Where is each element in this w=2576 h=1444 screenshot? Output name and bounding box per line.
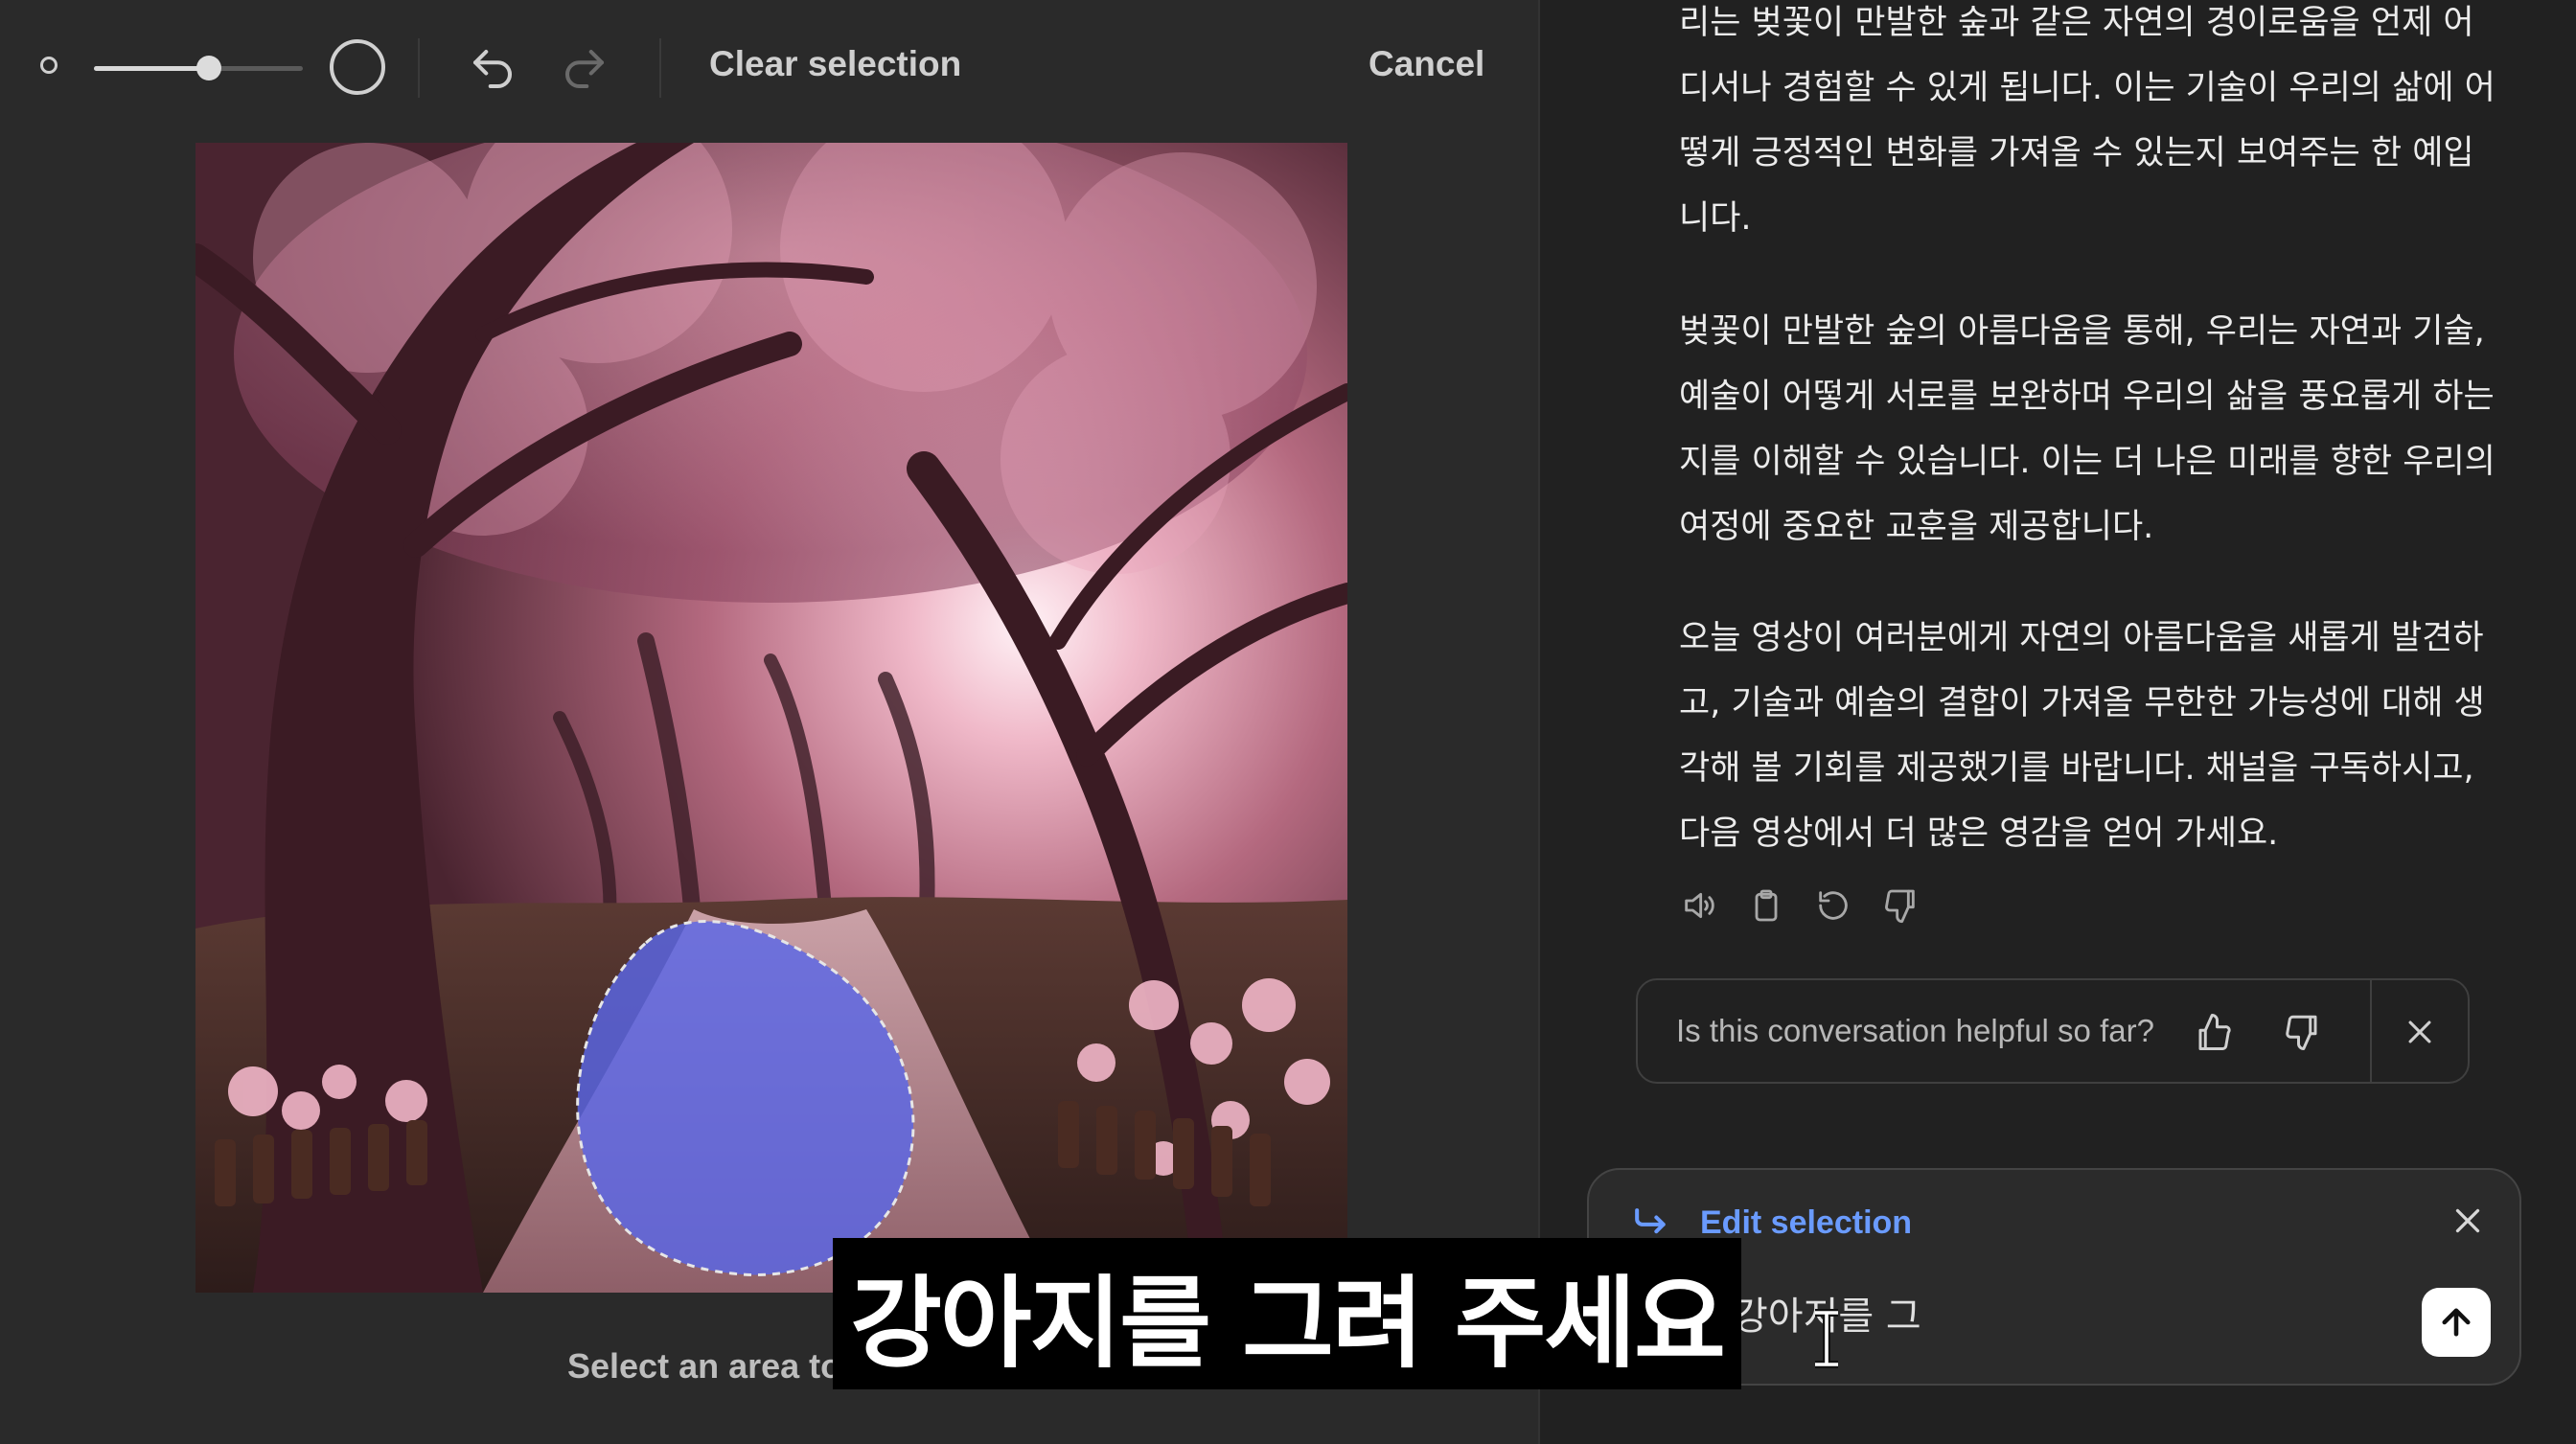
select-area-hint: Select an area to [567, 1346, 842, 1386]
send-button[interactable] [2422, 1288, 2491, 1357]
brush-size-slider-thumb[interactable] [196, 56, 221, 80]
editor-toolbar: Clear selection Cancel [0, 0, 1538, 139]
speaker-icon[interactable] [1679, 885, 1719, 926]
paragraph-line: 예술이 어떻게 서로를 보완하며 우리의 삶을 풍요롭게 하는 [1679, 378, 2495, 416]
thumbs-down-icon[interactable] [2276, 1006, 2328, 1058]
thumbs-down-icon[interactable] [1880, 885, 1920, 926]
paragraph-line: 리는 벚꽃이 만발한 숲과 같은 자연의 경이로움을 언제 어 [1679, 4, 2474, 42]
editable-image[interactable] [196, 143, 1347, 1293]
paragraph-line: 오늘 영상이 여러분에게 자연의 아름다움을 새롭게 발견하 [1679, 619, 2484, 657]
edit-selection-label: Edit selection [1700, 1204, 1913, 1241]
feedback-question: Is this conversation helpful so far? [1676, 1013, 2154, 1048]
text-cursor-icon [1809, 1309, 1844, 1372]
assistant-paragraph: 벚꽃이 만발한 숲의 아름다움을 통해, 우리는 자연과 기술, 예술이 어떻게… [1679, 299, 2522, 560]
subtitle-text: 강아지를 그려 주세요 [850, 1264, 1726, 1382]
toolbar-divider [418, 38, 420, 98]
send-arrow-up-icon [2442, 1308, 2471, 1337]
clear-selection-button[interactable]: Clear selection [709, 44, 961, 84]
brush-large-icon[interactable] [330, 39, 385, 95]
thumbs-up-icon[interactable] [2188, 1006, 2240, 1058]
close-icon[interactable] [2444, 1197, 2492, 1245]
paragraph-line: 디서나 경험할 수 있게 됩니다. 이는 기술이 우리의 삶에 어 [1679, 69, 2496, 107]
copy-icon[interactable] [1746, 885, 1786, 926]
paragraph-line: 지를 이해할 수 있습니다. 이는 더 나은 미래를 향한 우리의 [1679, 443, 2496, 481]
paragraph-line: 고, 기술과 예술의 결합이 가져올 무한한 가능성에 대해 생 [1679, 684, 2485, 722]
assistant-paragraph: 오늘 영상이 여러분에게 자연의 아름다움을 새롭게 발견하 고, 기술과 예술… [1679, 606, 2522, 866]
paragraph-line: 다음 영상에서 더 많은 영감을 얻어 가세요. [1679, 814, 2279, 853]
feedback-divider [2370, 980, 2372, 1082]
image-editor-pane: Clear selection Cancel Select an area to [0, 0, 1538, 1444]
regenerate-icon[interactable] [1813, 885, 1853, 926]
close-icon[interactable] [2394, 1006, 2446, 1058]
paragraph-line: 여정에 중요한 교훈을 제공합니다. [1679, 508, 2154, 546]
feedback-prompt: Is this conversation helpful so far? [1636, 978, 2470, 1084]
video-subtitle: 강아지를 그려 주세요 [833, 1238, 1741, 1389]
redo-icon[interactable] [556, 40, 613, 98]
undo-icon[interactable] [464, 40, 521, 98]
brush-small-icon[interactable] [40, 57, 58, 74]
assistant-paragraph: 리는 벚꽃이 만발한 숲과 같은 자연의 경이로움을 언제 어 디서나 경험할 … [1679, 0, 2522, 251]
toolbar-divider [659, 38, 661, 98]
paragraph-line: 각해 볼 기회를 제공했기를 바랍니다. 채널을 구독하시고, [1679, 749, 2474, 788]
paragraph-line: 떻게 긍정적인 변화를 가져올 수 있는지 보여주는 한 예입 [1679, 134, 2474, 172]
message-actions [1679, 885, 1920, 931]
paragraph-line: 벚꽃이 만발한 숲의 아름다움을 통해, 우리는 자연과 기술, [1679, 312, 2485, 351]
cancel-button[interactable]: Cancel [1368, 44, 1484, 84]
paragraph-line: 니다. [1679, 199, 1752, 238]
brush-size-slider-fill [94, 66, 209, 71]
